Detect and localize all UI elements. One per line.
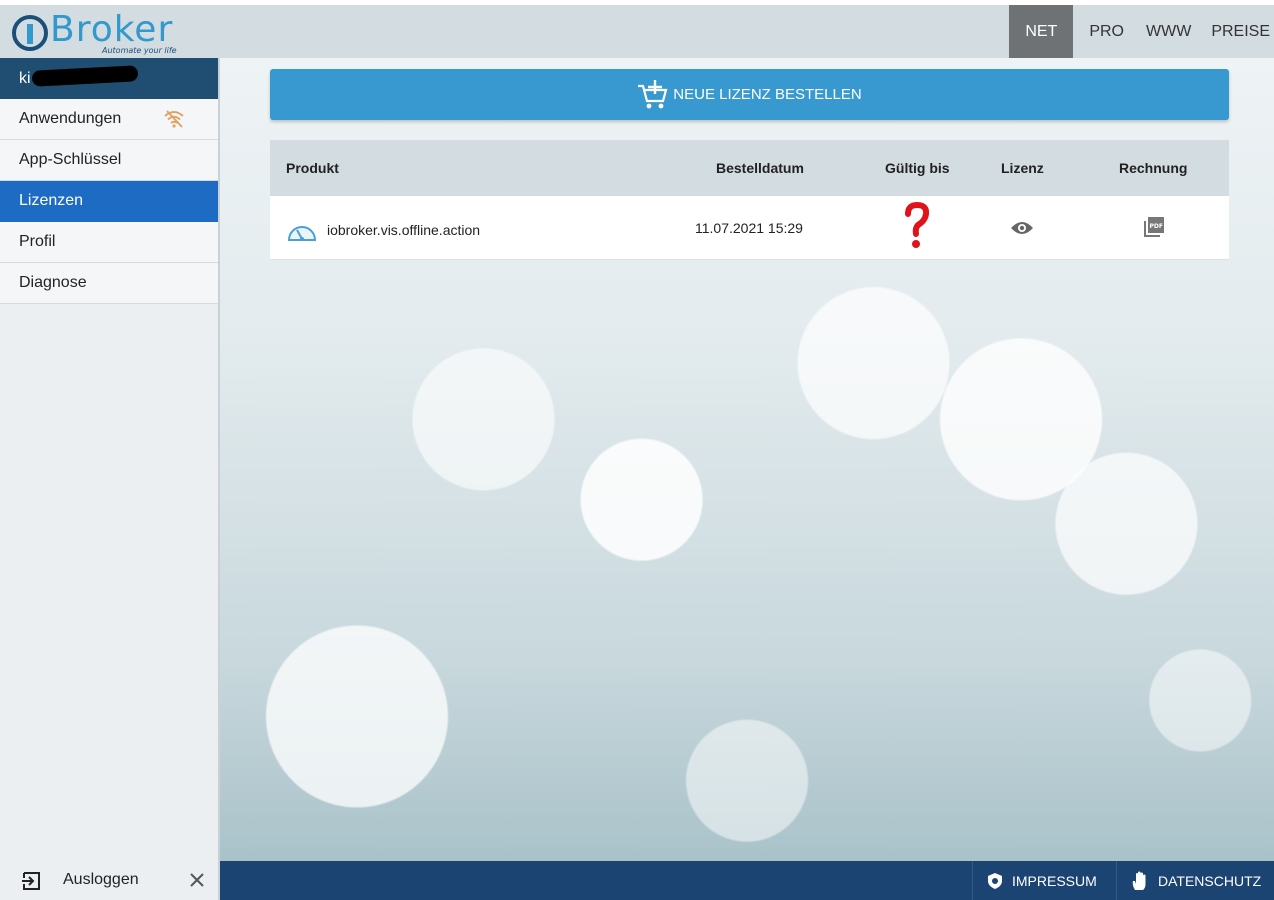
impressum-label: IMPRESSUM (1012, 872, 1097, 889)
top-bar: Broker Automate your life NET PRO WWW PR… (0, 5, 1274, 58)
nav-preise[interactable]: PREISE (1195, 5, 1274, 58)
close-icon[interactable] (189, 872, 205, 888)
datenschutz-link[interactable]: DATENSCHUTZ (1116, 861, 1274, 900)
licenses-table: Produkt Bestelldatum Gültig bis Lizenz R… (270, 140, 1229, 260)
main-content: NEUE LIZENZ BESTELLEN Produkt Bestelldat… (220, 58, 1274, 861)
sidebar-item-anwendungen[interactable]: Anwendungen (0, 99, 218, 140)
hand-icon (1132, 871, 1146, 890)
user-name: ki (19, 70, 31, 87)
logout-button[interactable]: Ausloggen (63, 871, 139, 889)
add-cart-icon (638, 79, 668, 108)
order-license-button[interactable]: NEUE LIZENZ BESTELLEN (270, 69, 1229, 120)
logout-row: Ausloggen (0, 860, 218, 900)
wifi-off-icon (164, 110, 184, 128)
redaction-mark (31, 65, 139, 87)
iobroker-logo[interactable]: Broker Automate your life (10, 9, 195, 55)
sidebar: ki Anwendungen App-Schlüssel Lizenzen Pr… (0, 58, 220, 900)
column-header-bestelldatum[interactable]: Bestelldatum (716, 160, 804, 176)
sidebar-item-label: Diagnose (19, 274, 87, 291)
table-header: Produkt Bestelldatum Gültig bis Lizenz R… (270, 140, 1229, 196)
sidebar-item-label: Lizenzen (19, 192, 84, 209)
impressum-link[interactable]: IMPRESSUM (972, 861, 1115, 900)
pdf-icon[interactable]: PDF (1143, 216, 1165, 238)
logo-tagline: Automate your life (102, 46, 177, 55)
shield-icon (988, 872, 1002, 889)
logo-i-icon (12, 15, 48, 51)
sidebar-item-label: Profil (19, 233, 56, 250)
logout-icon[interactable] (22, 872, 42, 890)
column-header-produkt[interactable]: Produkt (286, 160, 339, 176)
sidebar-item-label: Anwendungen (19, 110, 122, 127)
gauge-icon (287, 226, 317, 241)
nav-net[interactable]: NET (1009, 5, 1074, 58)
column-header-lizenz[interactable]: Lizenz (1001, 160, 1044, 176)
footer: IMPRESSUM DATENSCHUTZ (220, 861, 1274, 900)
datenschutz-label: DATENSCHUTZ (1158, 872, 1262, 889)
nav-www[interactable]: WWW (1140, 5, 1195, 58)
sidebar-item-profil[interactable]: Profil (0, 222, 218, 263)
nav-pro[interactable]: PRO (1073, 5, 1140, 58)
column-header-gueltig-bis[interactable]: Gültig bis (885, 160, 950, 176)
sidebar-item-label: App-Schlüssel (19, 151, 122, 168)
sidebar-item-app-schluessel[interactable]: App-Schlüssel (0, 140, 218, 181)
order-button-label: NEUE LIZENZ BESTELLEN (673, 86, 862, 103)
question-mark-icon (905, 202, 930, 248)
column-header-rechnung[interactable]: Rechnung (1119, 160, 1187, 176)
order-date: 11.07.2021 15:29 (695, 220, 803, 236)
sidebar-item-diagnose[interactable]: Diagnose (0, 263, 218, 304)
eye-icon[interactable] (1010, 220, 1034, 236)
product-name: iobroker.vis.offline.action (327, 222, 481, 238)
user-row[interactable]: ki (0, 58, 218, 99)
svg-text:PDF: PDF (1150, 223, 1163, 230)
sidebar-item-lizenzen[interactable]: Lizenzen (0, 181, 218, 222)
table-row: iobroker.vis.offline.action 11.07.2021 1… (270, 196, 1229, 260)
top-nav: NET PRO WWW PREISE (1009, 5, 1274, 58)
logo-text: Broker (50, 9, 174, 50)
